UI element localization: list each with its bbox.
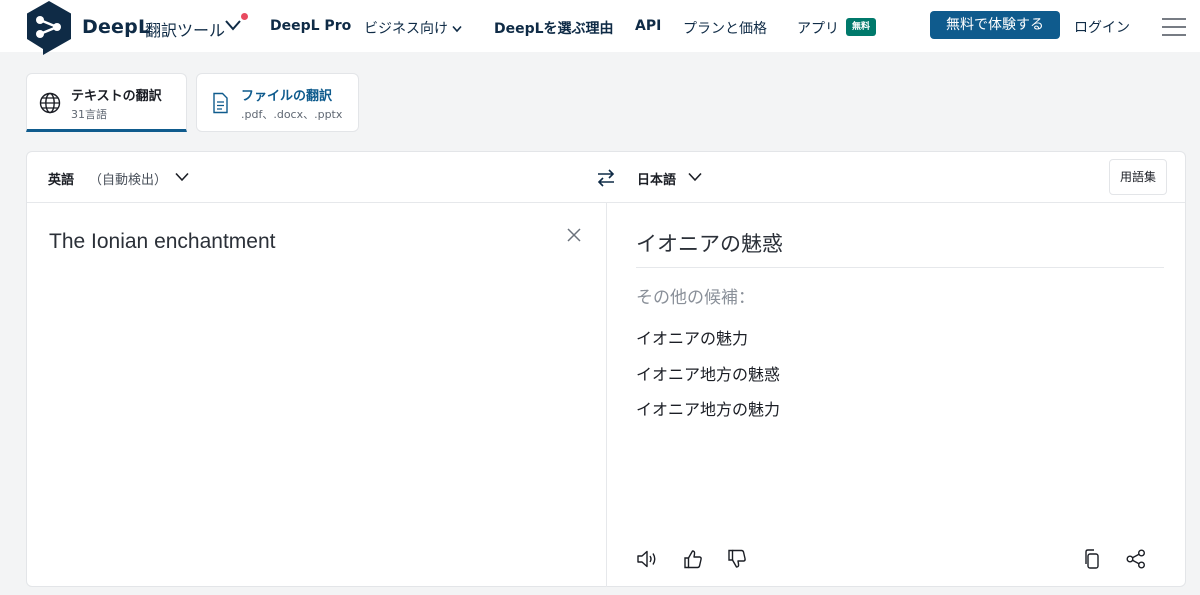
close-icon[interactable] bbox=[565, 226, 583, 244]
notification-dot bbox=[241, 13, 248, 20]
chevron-down-icon bbox=[452, 25, 462, 33]
translation-output[interactable]: イオニアの魅惑 bbox=[636, 228, 783, 258]
glossary-button[interactable]: 用語集 bbox=[1109, 159, 1167, 195]
thumbs-up-icon[interactable] bbox=[682, 548, 704, 570]
nav-business[interactable]: ビジネス向け bbox=[364, 18, 462, 38]
speaker-icon[interactable] bbox=[636, 548, 658, 570]
alternatives-label: その他の候補： bbox=[636, 288, 755, 308]
nav-business-label: ビジネス向け bbox=[364, 21, 448, 37]
brand-name[interactable]: DeepL bbox=[82, 16, 150, 38]
tab-file-title: ファイルの翻訳 bbox=[241, 89, 333, 104]
source-text-input[interactable]: The Ionian enchantment bbox=[49, 230, 276, 254]
nav-api[interactable]: API bbox=[635, 18, 661, 34]
panel-divider bbox=[606, 203, 607, 587]
deepl-logo-icon[interactable] bbox=[25, 1, 73, 58]
thumbs-down-icon[interactable] bbox=[726, 548, 748, 570]
alternative-item[interactable]: イオニア地方の魅惑 bbox=[636, 361, 780, 385]
tab-file-subtitle: .pdf、.docx、.pptx bbox=[241, 108, 343, 121]
translator-panel: 英語 （自動検出） 日本語 用語集 The Ionian enchantment… bbox=[26, 151, 1186, 587]
nav-why-deepl[interactable]: DeepLを選ぶ理由 bbox=[494, 18, 614, 38]
divider bbox=[636, 267, 1164, 268]
target-language[interactable]: 日本語 bbox=[637, 169, 676, 188]
language-bar: 英語 （自動検出） 日本語 用語集 bbox=[27, 152, 1185, 203]
tab-text-title: テキストの翻訳 bbox=[71, 89, 162, 104]
source-language[interactable]: 英語 bbox=[48, 169, 74, 188]
chevron-down-icon[interactable] bbox=[225, 19, 241, 31]
login-link[interactable]: ログイン bbox=[1074, 17, 1130, 37]
document-icon bbox=[213, 92, 228, 114]
source-auto-detect[interactable]: （自動検出） bbox=[89, 169, 167, 188]
globe-icon bbox=[39, 92, 61, 114]
share-icon[interactable] bbox=[1125, 548, 1147, 570]
brand-subtitle[interactable]: 翻訳ツール bbox=[145, 17, 225, 41]
alternative-item[interactable]: イオニアの魅力 bbox=[636, 325, 748, 349]
alternative-item[interactable]: イオニア地方の魅力 bbox=[636, 396, 780, 420]
free-badge: 無料 bbox=[846, 18, 877, 36]
tab-text-translation[interactable]: テキストの翻訳 31言語 bbox=[26, 73, 187, 132]
tab-text-subtitle: 31言語 bbox=[71, 108, 107, 121]
copy-icon[interactable] bbox=[1081, 548, 1103, 570]
nav-apps[interactable]: アプリ bbox=[797, 18, 839, 38]
nav-deepl-pro[interactable]: DeepL Pro bbox=[270, 18, 351, 34]
free-trial-button[interactable]: 無料で体験する bbox=[930, 11, 1060, 39]
swap-languages-icon[interactable] bbox=[595, 167, 617, 189]
tab-file-translation[interactable]: ファイルの翻訳 .pdf、.docx、.pptx bbox=[196, 73, 359, 132]
hamburger-menu-icon[interactable] bbox=[1162, 17, 1186, 37]
chevron-down-icon[interactable] bbox=[688, 172, 702, 182]
chevron-down-icon[interactable] bbox=[175, 172, 189, 182]
nav-pricing[interactable]: プランと価格 bbox=[683, 18, 767, 38]
top-header: DeepL 翻訳ツール DeepL Pro ビジネス向け DeepLを選ぶ理由 … bbox=[0, 0, 1200, 55]
